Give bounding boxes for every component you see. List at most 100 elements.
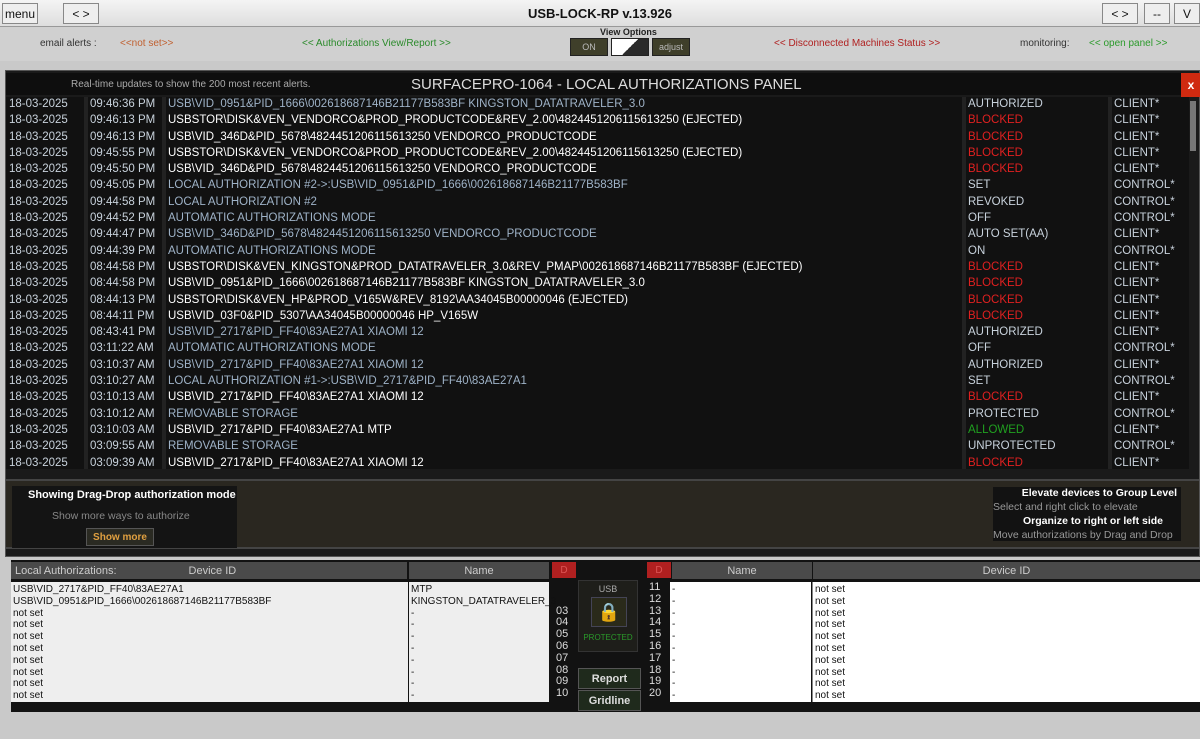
log-scrollbar[interactable]	[1190, 101, 1196, 151]
log-stat: BLOCKED	[968, 163, 1023, 176]
panel-title: SURFACEPRO-1064 - LOCAL AUTHORIZATIONS P…	[411, 76, 802, 93]
minimize-button[interactable]: --	[1144, 3, 1170, 24]
on-button[interactable]: ON	[570, 38, 608, 56]
log-row[interactable]: 18-03-2025 03:11:22 AM AUTOMATIC AUTHORIZA…	[6, 341, 1189, 357]
log-row[interactable]: 18-03-2025 09:46:13 PM USB\VID_346D&PID_56…	[6, 130, 1189, 146]
log-desc: REMOVABLE STORAGE	[168, 440, 298, 453]
log-row[interactable]: 18-03-2025 03:09:39 AM USB\VID_2717&PID_FF…	[6, 456, 1189, 469]
log-stat: BLOCKED	[968, 309, 1023, 322]
row-number: 12	[649, 592, 662, 605]
column-divider	[1108, 97, 1112, 469]
toggle-icon[interactable]	[611, 38, 649, 56]
log-time: 09:44:39 PM	[90, 244, 156, 257]
monitoring-open-panel-link[interactable]: << open panel >>	[1089, 38, 1167, 49]
log-row[interactable]: 18-03-2025 08:43:41 PM USB\VID_2717&PID_FF…	[6, 325, 1189, 341]
nav-right-button[interactable]: < >	[1102, 3, 1138, 24]
column-divider	[962, 97, 966, 469]
disconnected-machines-link[interactable]: << Disconnected Machines Status >>	[774, 38, 940, 49]
log-row[interactable]: 18-03-2025 09:45:55 PM USBSTOR\DISK&VEN_VE…	[6, 146, 1189, 162]
right-name-list[interactable]: ----------	[670, 582, 811, 702]
log-time: 09:44:47 PM	[90, 228, 156, 241]
log-row[interactable]: 18-03-2025 09:45:05 PM LOCAL AUTHORIZATION…	[6, 178, 1189, 194]
log-stat: ON	[968, 244, 986, 257]
log-type: CLIENT*	[1114, 114, 1160, 127]
log-row[interactable]: 18-03-2025 08:44:58 PM USBSTOR\DISK&VEN_KI…	[6, 260, 1189, 276]
device-name-cell: -	[411, 678, 415, 690]
gridline-button[interactable]: Gridline	[578, 690, 641, 711]
log-row[interactable]: 18-03-2025 03:10:27 AM LOCAL AUTHORIZATION…	[6, 374, 1189, 390]
expand-button[interactable]: V	[1174, 3, 1200, 24]
log-type: CONTROL*	[1114, 179, 1175, 192]
log-date: 18-03-2025	[9, 375, 68, 388]
log-stat: BLOCKED	[968, 456, 1023, 469]
row-number	[556, 594, 576, 606]
log-row[interactable]: 18-03-2025 09:44:58 PM LOCAL AUTHORIZATION…	[6, 195, 1189, 211]
adjust-button[interactable]: adjust	[652, 38, 690, 56]
row-number: 10	[556, 687, 569, 700]
log-date: 18-03-2025	[9, 293, 68, 306]
show-more-button[interactable]: Show more	[86, 528, 154, 546]
authorizations-tables: Local Authorizations: Device ID Name D U…	[11, 560, 1200, 712]
log-row[interactable]: 18-03-2025 09:46:13 PM USBSTOR\DISK&VEN_VE…	[6, 113, 1189, 129]
log-desc: USBSTOR\DISK&VEN_VENDORCO&PROD_PRODUCTCO…	[168, 114, 743, 127]
delete-button[interactable]: D	[552, 562, 576, 578]
log-date: 18-03-2025	[9, 195, 68, 208]
device-id-cell: not set	[815, 642, 846, 654]
authorizations-panel: Real-time updates to show the 200 most r…	[5, 70, 1200, 557]
log-row[interactable]: 18-03-2025 09:44:47 PM USB\VID_346D&PID_56…	[6, 227, 1189, 243]
log-date: 18-03-2025	[9, 228, 68, 241]
device-id-cell: not set	[815, 595, 846, 607]
log-type: CONTROL*	[1114, 195, 1175, 208]
log-row[interactable]: 18-03-2025 08:44:58 PM USB\VID_0951&PID_16…	[6, 276, 1189, 292]
log-type: CONTROL*	[1114, 342, 1175, 355]
device-name-cell: -	[411, 642, 415, 654]
close-panel-button[interactable]: x	[1181, 73, 1200, 97]
log-row[interactable]: 18-03-2025 09:44:39 PM AUTOMATIC AUTHORIZA…	[6, 244, 1189, 260]
log-row[interactable]: 18-03-2025 09:45:50 PM USB\VID_346D&PID_56…	[6, 162, 1189, 178]
log-stat: SET	[968, 375, 991, 388]
log-time: 09:46:13 PM	[90, 130, 156, 143]
device-id-column-header[interactable]: Device ID	[813, 562, 1200, 579]
log-row[interactable]: 18-03-2025 03:10:03 AM USB\VID_2717&PID_FF…	[6, 423, 1189, 439]
name-column-header[interactable]: Name	[409, 562, 549, 579]
log-time: 03:09:39 AM	[90, 456, 155, 469]
log-time: 08:44:58 PM	[90, 277, 156, 290]
log-date: 18-03-2025	[9, 440, 68, 453]
right-device-list[interactable]: not set not set not set not set not set not s…	[812, 582, 1200, 702]
log-time: 09:46:13 PM	[90, 114, 156, 127]
log-date: 18-03-2025	[9, 456, 68, 469]
log-time: 08:44:11 PM	[90, 309, 155, 322]
delete-button[interactable]: D	[647, 562, 671, 578]
tips-box: Elevate devices to Group Level Select an…	[993, 487, 1181, 541]
log-stat: BLOCKED	[968, 260, 1023, 273]
log-time: 08:44:13 PM	[90, 293, 156, 306]
log-row[interactable]: 18-03-2025 03:10:12 AM REMOVABLE STORAGE PR…	[6, 407, 1189, 423]
log-row[interactable]: 18-03-2025 09:44:52 PM AUTOMATIC AUTHORIZA…	[6, 211, 1189, 227]
left-device-list[interactable]: USB\VID_2717&PID_FF40\83AE27A1 USB\VID_09…	[11, 582, 408, 702]
email-alerts-link[interactable]: <<not set>>	[120, 38, 173, 49]
log-desc: USB\VID_2717&PID_FF40\83AE27A1 XIAOMI 12	[168, 326, 424, 339]
log-row[interactable]: 18-03-2025 08:44:11 PM USB\VID_03F0&PID_53…	[6, 309, 1189, 325]
log-type: CLIENT*	[1114, 130, 1160, 143]
device-name-cell: -	[672, 595, 676, 607]
monitoring-label: monitoring:	[1020, 38, 1070, 49]
log-date: 18-03-2025	[9, 163, 68, 176]
report-button[interactable]: Report	[578, 668, 641, 689]
log-time: 03:11:22 AM	[90, 342, 154, 355]
device-id-cell: not set	[815, 584, 846, 595]
log-row[interactable]: 18-03-2025 03:09:55 AM REMOVABLE STORAGE UN…	[6, 439, 1189, 455]
left-name-list[interactable]: MTP KINGSTON_DATATRAVELER_3- - - - - - - -	[409, 582, 556, 702]
device-id-column-header[interactable]: Device ID	[189, 565, 237, 577]
lock-icon[interactable]: 🔒	[591, 597, 627, 627]
log-stat: AUTO SET(AA)	[968, 228, 1049, 241]
name-column-header[interactable]: Name	[672, 562, 812, 579]
log-type: CONTROL*	[1114, 375, 1175, 388]
log-date: 18-03-2025	[9, 391, 68, 404]
panel-subtitle: Real-time updates to show the 200 most r…	[71, 79, 311, 90]
log-row[interactable]: 18-03-2025 09:46:36 PM USB\VID_0951&PID_16…	[6, 97, 1189, 113]
log-row[interactable]: 18-03-2025 03:10:13 AM USB\VID_2717&PID_FF…	[6, 390, 1189, 406]
authorizations-view-link[interactable]: << Authorizations View/Report >>	[302, 38, 451, 49]
device-id-cell: USB\VID_2717&PID_FF40\83AE27A1	[13, 584, 184, 595]
log-row[interactable]: 18-03-2025 03:10:37 AM USB\VID_2717&PID_FF…	[6, 358, 1189, 374]
log-row[interactable]: 18-03-2025 08:44:13 PM USBSTOR\DISK&VEN_HP…	[6, 293, 1189, 309]
